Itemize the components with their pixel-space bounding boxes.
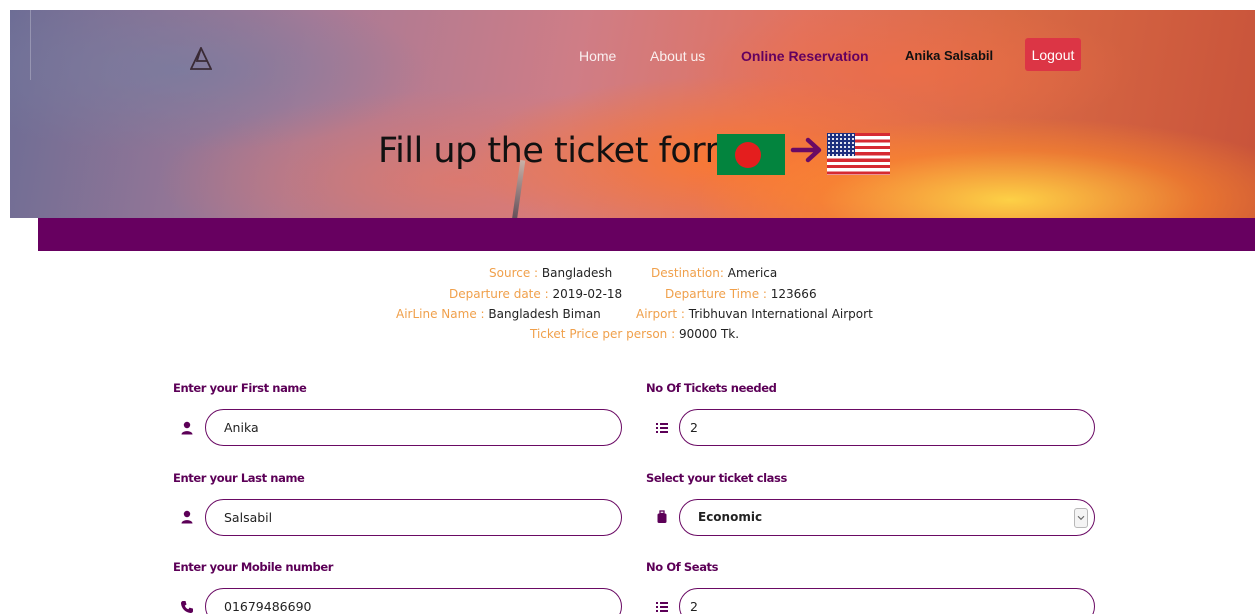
usa-flag-icon (827, 133, 890, 175)
tickets-label: No Of Tickets needed (646, 381, 777, 395)
airline-value: Bangladesh Biman (488, 307, 601, 321)
nav-online-reservation-link[interactable]: Online Reservation (741, 48, 869, 64)
airline-label: AirLine Name : (396, 307, 485, 321)
last-name-input[interactable]: Salsabil (205, 499, 622, 536)
departure-time-value: 123666 (770, 287, 817, 301)
user-icon (181, 421, 193, 435)
purple-divider-band (38, 218, 1255, 251)
ticket-price-info: Ticket Price per person : 90000 Tk. (530, 327, 739, 341)
departure-date-info: Departure date : 2019-02-18 (449, 287, 622, 301)
chevron-down-icon (1077, 515, 1085, 521)
ticket-class-label: Select your ticket class (646, 471, 787, 485)
nav-home-link[interactable]: Home (579, 48, 616, 64)
seats-input[interactable]: 2 (679, 588, 1095, 614)
flag-disc (735, 142, 761, 168)
user-icon (181, 510, 193, 524)
seats-label: No Of Seats (646, 560, 719, 574)
window-pane-line (30, 10, 31, 80)
airport-label: Airport : (636, 307, 685, 321)
departure-date-label: Departure date : (449, 287, 549, 301)
list-icon (656, 602, 668, 612)
source-info: Source : Bangladesh (489, 266, 612, 280)
destination-value: America (727, 266, 778, 280)
mobile-label: Enter your Mobile number (173, 560, 333, 574)
departure-date-value: 2019-02-18 (552, 287, 623, 301)
ticket-class-select[interactable]: Economic (679, 499, 1095, 536)
source-label: Source : (489, 266, 539, 280)
triangle-logo-icon[interactable] (190, 47, 212, 71)
nav-user-name[interactable]: Anika Salsabil (905, 48, 993, 63)
phone-icon (181, 601, 193, 613)
logout-button[interactable]: Logout (1025, 38, 1081, 71)
first-name-input[interactable]: Anika (205, 409, 622, 446)
ticket-price-value: 90000 Tk. (678, 327, 740, 341)
mobile-input[interactable]: 01679486690 (205, 588, 622, 614)
list-icon (656, 423, 668, 433)
tickets-input[interactable]: 2 (679, 409, 1095, 446)
departure-time-label: Departure Time : (665, 287, 767, 301)
source-value: Bangladesh (541, 266, 613, 280)
arrow-right-icon (790, 137, 822, 163)
luggage-icon (657, 510, 667, 523)
page-title: Fill up the ticket form! (378, 131, 752, 171)
airline-info: AirLine Name : Bangladesh Biman (396, 307, 601, 321)
first-name-label: Enter your First name (173, 381, 307, 395)
nav-about-link[interactable]: About us (650, 48, 705, 64)
destination-label: Destination: (651, 266, 724, 280)
flag-canton (827, 133, 855, 156)
select-chevron-box[interactable] (1074, 508, 1088, 528)
last-name-label: Enter your Last name (173, 471, 305, 485)
ticket-price-label: Ticket Price per person : (530, 327, 676, 341)
destination-info: Destination: America (651, 266, 777, 280)
airport-value: Tribhuvan International Airport (688, 307, 873, 321)
airport-info: Airport : Tribhuvan International Airpor… (636, 307, 873, 321)
departure-time-info: Departure Time : 123666 (665, 287, 817, 301)
bangladesh-flag-icon (717, 134, 785, 175)
